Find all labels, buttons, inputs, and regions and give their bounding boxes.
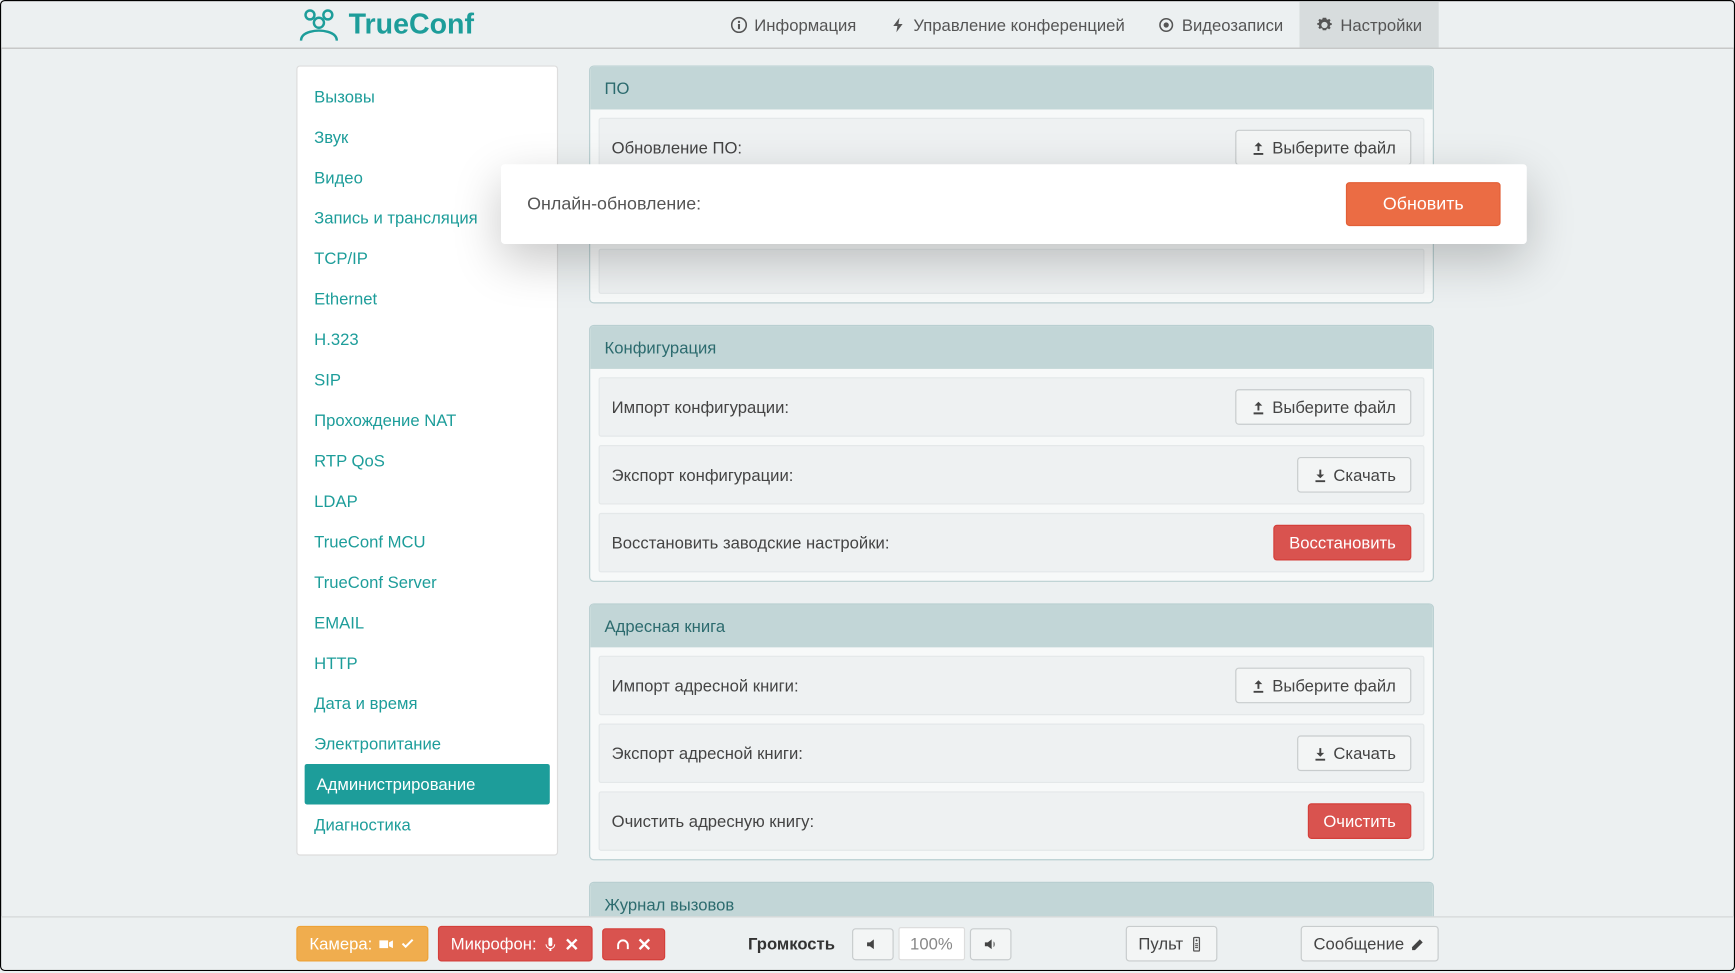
download-icon <box>1312 467 1327 482</box>
message-button[interactable]: Сообщение <box>1300 926 1438 962</box>
clear-abook-button[interactable]: Очистить <box>1308 803 1411 839</box>
restore-defaults-button[interactable]: Восстановить <box>1274 525 1412 561</box>
sidebar-item-11[interactable]: TrueConf MCU <box>298 521 557 561</box>
volume-high-icon <box>983 936 998 951</box>
remote-button[interactable]: Пульт <box>1125 926 1217 962</box>
config-export-label: Экспорт конфигурации: <box>612 465 794 484</box>
sidebar-item-13[interactable]: EMAIL <box>298 602 557 642</box>
sidebar-item-9[interactable]: RTP QoS <box>298 440 557 480</box>
sidebar-item-6[interactable]: H.323 <box>298 319 557 359</box>
brand-text: TrueConf <box>349 8 474 41</box>
choose-file-config-button[interactable]: Выберите файл <box>1235 389 1411 425</box>
volume-group: 100% <box>852 927 1011 960</box>
abook-export-label: Экспорт адресной книги: <box>612 744 803 763</box>
config-import-label: Импорт конфигурации: <box>612 397 789 416</box>
gear-icon <box>1317 16 1334 33</box>
nav-recordings[interactable]: Видеозаписи <box>1141 1 1299 47</box>
sidebar-item-8[interactable]: Прохождение NAT <box>298 400 557 440</box>
sidebar-item-17[interactable]: Администрирование <box>305 764 550 804</box>
volume-value: 100% <box>898 927 965 960</box>
close-icon <box>564 936 579 951</box>
logo-icon <box>296 7 341 43</box>
microphone-toggle-button[interactable]: Микрофон: <box>438 926 593 962</box>
row-abook-import: Импорт адресной книги: Выберите файл <box>599 656 1425 716</box>
download-icon <box>1312 746 1327 761</box>
config-reset-label: Восстановить заводские настройки: <box>612 533 890 552</box>
close-icon <box>637 936 652 951</box>
camera-icon <box>378 936 393 951</box>
sidebar-item-16[interactable]: Электропитание <box>298 724 557 764</box>
headphones-icon <box>615 936 630 951</box>
check-icon <box>400 936 415 951</box>
upload-icon <box>1251 140 1266 155</box>
sidebar-item-14[interactable]: HTTP <box>298 643 557 683</box>
volume-label: Громкость <box>748 934 835 953</box>
row-config-export: Экспорт конфигурации: Скачать <box>599 445 1425 505</box>
update-button[interactable]: Обновить <box>1346 182 1501 226</box>
row-spare <box>599 249 1425 294</box>
online-update-card: Онлайн-обновление: Обновить <box>501 164 1527 244</box>
sidebar-item-5[interactable]: Ethernet <box>298 278 557 318</box>
choose-file-software-button[interactable]: Выберите файл <box>1235 130 1411 166</box>
camera-toggle-button[interactable]: Камера: <box>296 926 428 962</box>
microphone-icon <box>543 936 558 951</box>
volume-low-icon <box>865 936 880 951</box>
panel-config-title: Конфигурация <box>590 326 1433 369</box>
nav-settings[interactable]: Настройки <box>1300 1 1439 47</box>
bolt-icon <box>890 16 907 33</box>
remote-icon <box>1189 936 1204 951</box>
sidebar-item-15[interactable]: Дата и время <box>298 683 557 723</box>
download-abook-button[interactable]: Скачать <box>1297 735 1412 771</box>
panel-addressbook: Адресная книга Импорт адресной книги: Вы… <box>589 603 1434 860</box>
logo: TrueConf <box>296 1 474 47</box>
sidebar-item-10[interactable]: LDAP <box>298 481 557 521</box>
pencil-icon <box>1410 936 1425 951</box>
volume-up-button[interactable] <box>969 928 1011 960</box>
online-update-label: Онлайн-обновление: <box>527 194 701 214</box>
upload-icon <box>1251 678 1266 693</box>
sidebar-item-7[interactable]: SIP <box>298 359 557 399</box>
row-abook-clear: Очистить адресную книгу: Очистить <box>599 791 1425 851</box>
headphones-toggle-button[interactable] <box>602 928 665 960</box>
nav-info[interactable]: Информация <box>714 1 873 47</box>
abook-import-label: Импорт адресной книги: <box>612 676 799 695</box>
choose-file-abook-button[interactable]: Выберите файл <box>1235 668 1411 704</box>
footer: Камера: Микрофон: Громкость 100% Пульт С… <box>1 916 1734 970</box>
sidebar-item-12[interactable]: TrueConf Server <box>298 562 557 602</box>
sidebar-item-4[interactable]: TCP/IP <box>298 238 557 278</box>
volume-down-button[interactable] <box>852 928 894 960</box>
info-icon <box>731 16 748 33</box>
row-abook-export: Экспорт адресной книги: Скачать <box>599 724 1425 784</box>
panel-software-title: ПО <box>590 67 1433 110</box>
software-update-label: Обновление ПО: <box>612 138 742 157</box>
nav-conference[interactable]: Управление конференцией <box>873 1 1141 47</box>
sidebar-item-0[interactable]: Вызовы <box>298 76 557 116</box>
topbar: TrueConf Информация Управление конференц… <box>1 1 1734 49</box>
abook-clear-label: Очистить адресную книгу: <box>612 812 814 831</box>
row-config-reset: Восстановить заводские настройки: Восста… <box>599 513 1425 573</box>
download-config-button[interactable]: Скачать <box>1297 457 1412 493</box>
panel-config: Конфигурация Импорт конфигурации: Выбери… <box>589 325 1434 582</box>
upload-icon <box>1251 399 1266 414</box>
panel-addressbook-title: Адресная книга <box>590 605 1433 648</box>
sidebar-item-18[interactable]: Диагностика <box>298 804 557 844</box>
sidebar-item-1[interactable]: Звук <box>298 117 557 157</box>
record-icon <box>1158 16 1175 33</box>
row-config-import: Импорт конфигурации: Выберите файл <box>599 377 1425 437</box>
